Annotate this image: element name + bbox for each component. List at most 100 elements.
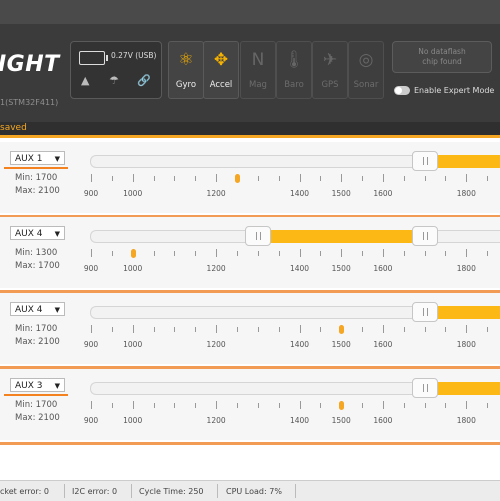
- sensor-sonar: ◎ Sonar: [348, 41, 384, 99]
- scale-tick: [424, 251, 426, 256]
- scale-tick: [278, 251, 280, 256]
- scale-tick-label: 1600: [373, 189, 393, 198]
- scale-tick: [153, 176, 155, 181]
- scale-tick: [299, 401, 301, 409]
- scale-tick: [91, 401, 92, 409]
- expert-mode-control[interactable]: Enable Expert Mode: [394, 86, 494, 95]
- scale-tick-label: 1200: [206, 264, 226, 273]
- sensor-mag: N Mag: [240, 41, 276, 99]
- scale-tick: [174, 176, 176, 181]
- scale-tick: [111, 176, 113, 181]
- scale-tick-label: 900: [83, 189, 99, 198]
- scale-tick: [320, 251, 322, 256]
- scale-tick: [445, 176, 447, 181]
- aux-channel-select[interactable]: AUX 4 ▼: [10, 302, 65, 316]
- scale-tick: [424, 176, 426, 181]
- mode-range-panel: AUX 1 ▼ Min: 1700 Max: 2100 900 1000 1200 1400 1…: [0, 142, 500, 213]
- scale-tick-label: 1600: [373, 340, 393, 349]
- scale-tick: [382, 401, 384, 409]
- scale-tick: [403, 176, 405, 181]
- scale-tick-label: 1600: [373, 264, 393, 273]
- scale-tick-label: 1800: [456, 340, 476, 349]
- thermometer-icon: 🌡: [283, 50, 305, 70]
- range-min-handle[interactable]: [244, 226, 271, 246]
- scale-tick-label: 1400: [289, 189, 310, 198]
- range-max-handle[interactable]: [411, 226, 438, 246]
- scale-tick-label: 1000: [123, 189, 143, 198]
- scale-tick: [132, 325, 134, 333]
- range-min-handle[interactable]: [411, 151, 438, 171]
- scale-tick-label: 1000: [123, 416, 143, 425]
- range-min-handle[interactable]: [411, 378, 438, 398]
- aux-channel-select[interactable]: AUX 1 ▼: [10, 151, 65, 165]
- save-status-bar: saved: [0, 122, 500, 136]
- status-separator: [217, 484, 218, 498]
- scale-tick: [466, 249, 468, 257]
- range-min-max: Min: 1700 Max: 2100: [15, 399, 60, 425]
- status-bar: cket error: 0 I2C error: 0 Cycle Time: 2…: [0, 480, 500, 501]
- scale-tick: [299, 249, 301, 257]
- range-max-label: Max: 1700: [15, 261, 60, 271]
- battery-icon: [79, 51, 108, 65]
- scale-tick: [424, 403, 426, 408]
- scale-tick: [341, 174, 343, 182]
- saved-text: saved: [0, 123, 27, 133]
- scale-tick-label: 900: [83, 416, 99, 425]
- scale-tick: [403, 251, 405, 256]
- cycle-time: Cycle Time: 250: [139, 487, 204, 496]
- sensor-label-accel: Accel: [209, 80, 233, 90]
- sensor-label-sonar: Sonar: [353, 80, 379, 90]
- scale-tick: [466, 325, 468, 333]
- scale-tick: [320, 176, 322, 181]
- scale-tick-label: 900: [83, 340, 99, 349]
- scale-tick: [195, 176, 197, 181]
- range-min-handle[interactable]: [411, 302, 438, 322]
- chevron-down-icon: ▼: [54, 155, 60, 163]
- scale-tick: [341, 249, 343, 257]
- chevron-down-icon: ▼: [54, 306, 60, 314]
- scale-tick: [320, 403, 322, 408]
- range-max-label: Max: 2100: [15, 337, 60, 347]
- status-separator: [131, 484, 132, 498]
- scale-tick-label: 1400: [289, 340, 310, 349]
- range-min-max: Min: 1300 Max: 1700: [15, 247, 60, 273]
- aux-channel-value: AUX 1: [15, 154, 43, 164]
- scale-tick: [403, 327, 405, 332]
- header-top-strip: [0, 0, 500, 24]
- scale-tick: [362, 251, 364, 256]
- scale-tick-label: 1500: [331, 264, 351, 273]
- range-min-label: Min: 1700: [15, 173, 58, 183]
- scale-tick: [257, 251, 259, 256]
- i2c-error: I2C error: 0: [72, 487, 118, 496]
- panel-divider: [0, 442, 500, 445]
- sensor-gyro: ⚛ Gyro: [168, 41, 204, 99]
- scale-tick: [278, 176, 280, 181]
- mode-range-panel: AUX 3 ▼ Min: 1700 Max: 2100 900 1000 1200 1400 1…: [0, 369, 500, 440]
- range-min-label: Min: 1300: [15, 248, 58, 258]
- scale-tick-label: 1400: [289, 416, 310, 425]
- scale-tick: [466, 401, 468, 409]
- scale-tick: [382, 325, 384, 333]
- dataflash-line-2: chip found: [422, 57, 462, 66]
- scale-tick: [299, 174, 301, 182]
- scale-tick: [216, 249, 218, 257]
- current-value-marker: [234, 174, 240, 183]
- expert-mode-toggle[interactable]: [394, 86, 410, 95]
- range-min-max: Min: 1700 Max: 2100: [15, 172, 60, 198]
- aux-channel-select[interactable]: AUX 3 ▼: [10, 378, 65, 392]
- scale-tick-label: 1000: [123, 264, 143, 273]
- scale-tick-label: 1800: [456, 264, 476, 273]
- scale-tick: [236, 403, 238, 408]
- scale-tick: [111, 327, 113, 332]
- aux-channel-select[interactable]: AUX 4 ▼: [10, 226, 65, 240]
- battery-voltage: 0.27V (USB): [111, 51, 157, 60]
- scale-tick: [382, 174, 384, 182]
- parachute-icon: ☂: [109, 74, 119, 87]
- compass-icon: N: [251, 50, 265, 70]
- scale-tick: [445, 251, 447, 256]
- scale-tick: [174, 327, 176, 332]
- scale-tick-label: 1800: [456, 416, 476, 425]
- selected-range: [257, 230, 425, 243]
- aux-channel-value: AUX 4: [15, 229, 43, 239]
- scale-tick-label: 1400: [289, 264, 310, 273]
